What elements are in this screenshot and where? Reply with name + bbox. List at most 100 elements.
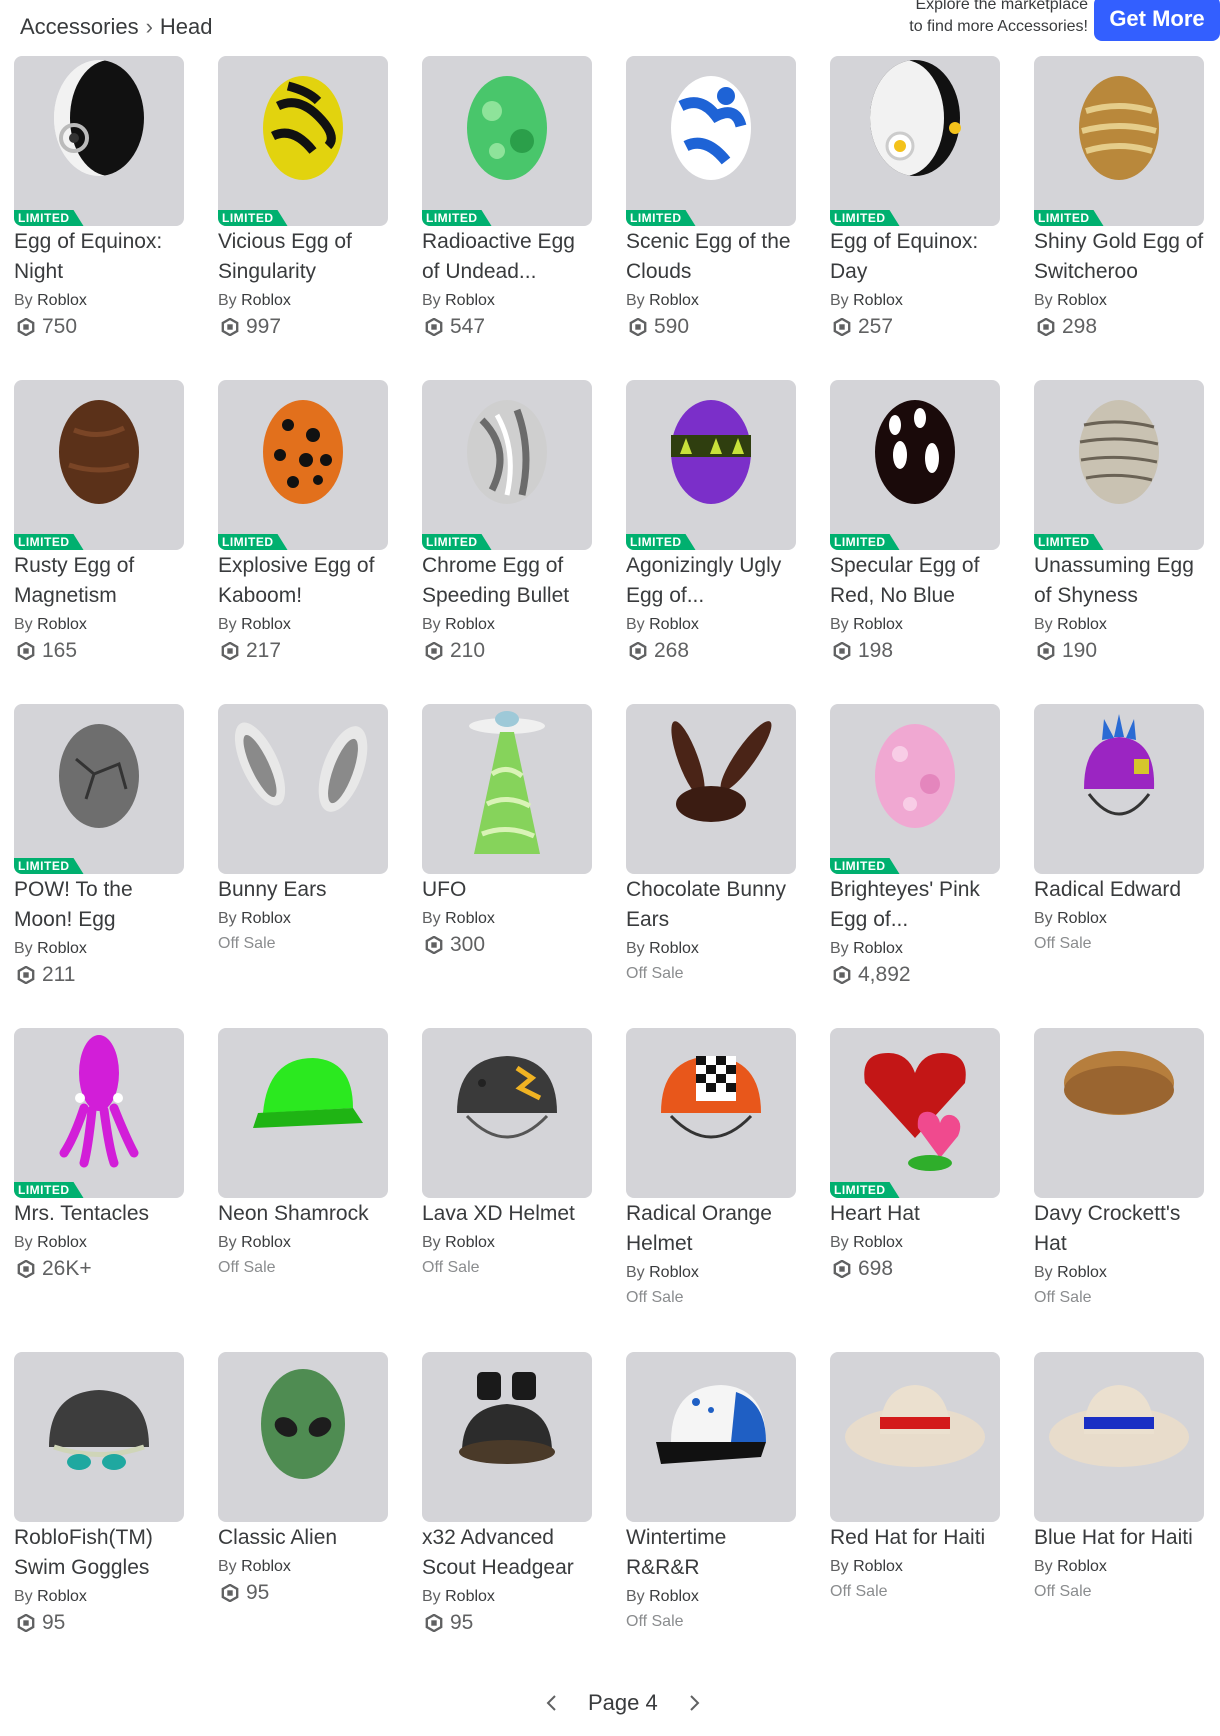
creator-name[interactable]: Roblox [37,940,87,957]
item-thumbnail[interactable]: LIMITED [830,56,1000,226]
item-name[interactable]: Egg of Equinox: Night [14,227,184,287]
item-name[interactable]: RobloFish(TM) Swim Goggles [14,1523,184,1583]
item-card[interactable]: Radical Orange Helmet By Roblox Off Sale [626,1028,796,1352]
creator-name[interactable]: Roblox [37,1234,87,1251]
creator-name[interactable]: Roblox [37,616,87,633]
item-card[interactable]: LIMITED Rusty Egg of Magnetism By Roblox… [14,380,184,704]
item-card[interactable]: LIMITED Agonizingly Ugly Egg of... By Ro… [626,380,796,704]
creator-name[interactable]: Roblox [649,1588,699,1605]
creator-name[interactable]: Roblox [853,1558,903,1575]
item-name[interactable]: Brighteyes' Pink Egg of... [830,875,1000,935]
item-card[interactable]: RobloFish(TM) Swim Goggles By Roblox 95 [14,1352,184,1676]
item-thumbnail[interactable] [218,704,388,874]
item-thumbnail[interactable] [218,1352,388,1522]
item-name[interactable]: Mrs. Tentacles [14,1199,184,1229]
item-card[interactable]: Chocolate Bunny Ears By Roblox Off Sale [626,704,796,1028]
creator-name[interactable]: Roblox [853,940,903,957]
creator-name[interactable]: Roblox [37,292,87,309]
item-thumbnail[interactable]: LIMITED [830,1028,1000,1198]
item-card[interactable]: LIMITED Egg of Equinox: Day By Roblox 25… [830,56,1000,380]
item-name[interactable]: Davy Crockett's Hat [1034,1199,1204,1259]
item-name[interactable]: Rusty Egg of Magnetism [14,551,184,611]
item-card[interactable]: LIMITED Scenic Egg of the Clouds By Robl… [626,56,796,380]
item-thumbnail[interactable] [422,704,592,874]
item-thumbnail[interactable] [626,704,796,874]
item-name[interactable]: Bunny Ears [218,875,388,905]
item-thumbnail[interactable]: LIMITED [218,380,388,550]
item-card[interactable]: Lava XD Helmet By Roblox Off Sale [422,1028,592,1352]
chevron-left-icon[interactable] [540,1691,564,1715]
item-thumbnail[interactable]: LIMITED [14,1028,184,1198]
item-name[interactable]: Agonizingly Ugly Egg of... [626,551,796,611]
item-thumbnail[interactable]: LIMITED [626,380,796,550]
item-thumbnail[interactable]: LIMITED [14,704,184,874]
item-name[interactable]: Blue Hat for Haiti [1034,1523,1204,1553]
item-name[interactable]: Classic Alien [218,1523,388,1553]
item-name[interactable]: UFO [422,875,592,905]
item-card[interactable]: LIMITED Chrome Egg of Speeding Bullet By… [422,380,592,704]
item-card[interactable]: Blue Hat for Haiti By Roblox Off Sale [1034,1352,1204,1676]
creator-name[interactable]: Roblox [853,616,903,633]
creator-name[interactable]: Roblox [1057,616,1107,633]
item-card[interactable]: Davy Crockett's Hat By Roblox Off Sale [1034,1028,1204,1352]
item-card[interactable]: LIMITED Radioactive Egg of Undead... By … [422,56,592,380]
item-name[interactable]: Lava XD Helmet [422,1199,592,1229]
creator-name[interactable]: Roblox [649,292,699,309]
creator-name[interactable]: Roblox [853,292,903,309]
creator-name[interactable]: Roblox [241,910,291,927]
creator-name[interactable]: Roblox [1057,910,1107,927]
item-card[interactable]: LIMITED Egg of Equinox: Night By Roblox … [14,56,184,380]
item-name[interactable]: Red Hat for Haiti [830,1523,1000,1553]
creator-name[interactable]: Roblox [241,1558,291,1575]
item-card[interactable]: Classic Alien By Roblox 95 [218,1352,388,1676]
creator-name[interactable]: Roblox [445,616,495,633]
creator-name[interactable]: Roblox [1057,1264,1107,1281]
item-thumbnail[interactable] [1034,1352,1204,1522]
item-card[interactable]: LIMITED Unassuming Egg of Shyness By Rob… [1034,380,1204,704]
item-card[interactable]: Radical Edward By Roblox Off Sale [1034,704,1204,1028]
item-card[interactable]: Bunny Ears By Roblox Off Sale [218,704,388,1028]
item-name[interactable]: Specular Egg of Red, No Blue [830,551,1000,611]
creator-name[interactable]: Roblox [1057,1558,1107,1575]
item-name[interactable]: Chocolate Bunny Ears [626,875,796,935]
item-thumbnail[interactable] [422,1352,592,1522]
creator-name[interactable]: Roblox [445,910,495,927]
creator-name[interactable]: Roblox [241,616,291,633]
creator-name[interactable]: Roblox [241,1234,291,1251]
item-thumbnail[interactable]: LIMITED [422,380,592,550]
creator-name[interactable]: Roblox [37,1588,87,1605]
item-card[interactable]: Red Hat for Haiti By Roblox Off Sale [830,1352,1000,1676]
item-thumbnail[interactable]: LIMITED [830,380,1000,550]
creator-name[interactable]: Roblox [241,292,291,309]
item-name[interactable]: Explosive Egg of Kaboom! [218,551,388,611]
breadcrumb-accessories[interactable]: Accessories [20,14,139,40]
item-card[interactable]: LIMITED POW! To the Moon! Egg By Roblox … [14,704,184,1028]
item-name[interactable]: Radioactive Egg of Undead... [422,227,592,287]
item-thumbnail[interactable] [1034,1028,1204,1198]
creator-name[interactable]: Roblox [649,616,699,633]
creator-name[interactable]: Roblox [649,1264,699,1281]
item-card[interactable]: UFO By Roblox 300 [422,704,592,1028]
item-thumbnail[interactable] [422,1028,592,1198]
item-card[interactable]: LIMITED Specular Egg of Red, No Blue By … [830,380,1000,704]
item-card[interactable]: LIMITED Heart Hat By Roblox 698 [830,1028,1000,1352]
item-name[interactable]: POW! To the Moon! Egg [14,875,184,935]
item-card[interactable]: LIMITED Mrs. Tentacles By Roblox 26K+ [14,1028,184,1352]
creator-name[interactable]: Roblox [1057,292,1107,309]
get-more-button[interactable]: Get More [1094,0,1220,41]
item-name[interactable]: Egg of Equinox: Day [830,227,1000,287]
item-thumbnail[interactable]: LIMITED [218,56,388,226]
item-thumbnail[interactable]: LIMITED [830,704,1000,874]
item-thumbnail[interactable]: LIMITED [1034,380,1204,550]
item-card[interactable]: Wintertime R&R&R By Roblox Off Sale [626,1352,796,1676]
item-thumbnail[interactable]: LIMITED [14,380,184,550]
creator-name[interactable]: Roblox [649,940,699,957]
creator-name[interactable]: Roblox [445,1234,495,1251]
item-card[interactable]: x32 Advanced Scout Headgear By Roblox 95 [422,1352,592,1676]
item-card[interactable]: LIMITED Vicious Egg of Singularity By Ro… [218,56,388,380]
creator-name[interactable]: Roblox [445,292,495,309]
item-name[interactable]: Shiny Gold Egg of Switcheroo [1034,227,1204,287]
item-name[interactable]: Radical Orange Helmet [626,1199,796,1259]
item-thumbnail[interactable] [626,1352,796,1522]
item-name[interactable]: Scenic Egg of the Clouds [626,227,796,287]
